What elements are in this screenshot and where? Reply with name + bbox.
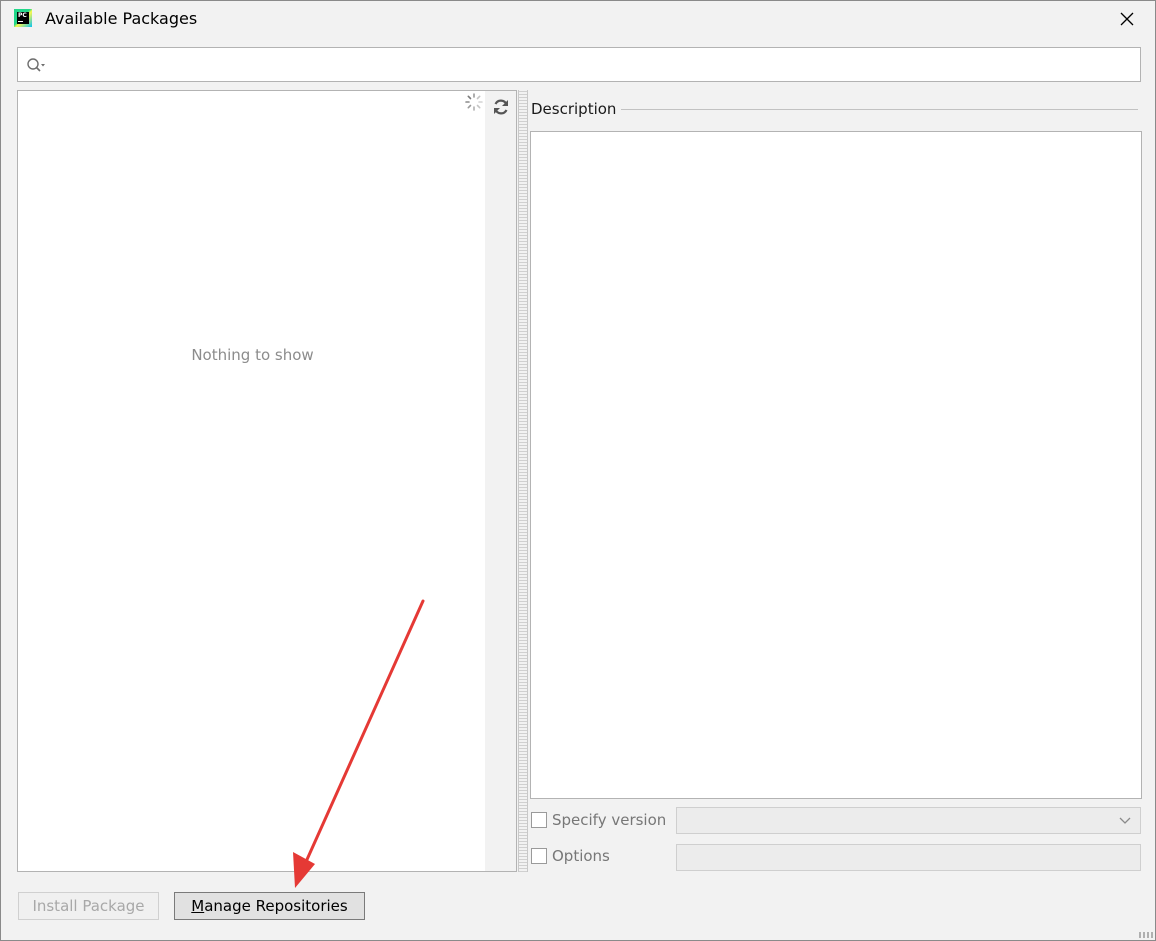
search-field[interactable]: [17, 47, 1141, 82]
dialog-title: Available Packages: [45, 9, 198, 28]
close-button[interactable]: [1105, 3, 1149, 35]
pycharm-icon: PC: [14, 9, 32, 27]
title-bar: PC Available Packages: [1, 1, 1155, 37]
manage-mnemonic: M: [191, 897, 205, 915]
options-checkbox[interactable]: [531, 848, 547, 864]
description-panel: [530, 131, 1142, 799]
package-list[interactable]: Nothing to show: [17, 90, 486, 872]
version-select[interactable]: [676, 807, 1141, 834]
spinner-icon: [465, 93, 483, 111]
manage-label: anage Repositories: [204, 897, 348, 915]
specify-version-label: Specify version: [552, 811, 667, 829]
specify-version-checkbox[interactable]: [531, 812, 547, 828]
options-input[interactable]: [676, 844, 1141, 871]
search-icon[interactable]: [26, 57, 46, 73]
refresh-icon[interactable]: [491, 97, 511, 117]
available-packages-dialog: PC Available Packages Nothing to show De…: [0, 0, 1156, 941]
search-input[interactable]: [54, 50, 1134, 79]
empty-list-message: Nothing to show: [191, 346, 314, 364]
options-label: Options: [552, 847, 610, 865]
close-icon: [1120, 12, 1134, 26]
manage-repositories-button[interactable]: Manage Repositories: [174, 892, 365, 920]
panel-splitter[interactable]: [518, 90, 528, 872]
list-toolbar: [485, 90, 517, 872]
install-package-button[interactable]: Install Package: [18, 892, 159, 920]
description-divider: [621, 109, 1138, 110]
resize-grip[interactable]: [1139, 932, 1153, 938]
description-label: Description: [531, 100, 625, 118]
chevron-down-icon: [1119, 817, 1131, 824]
